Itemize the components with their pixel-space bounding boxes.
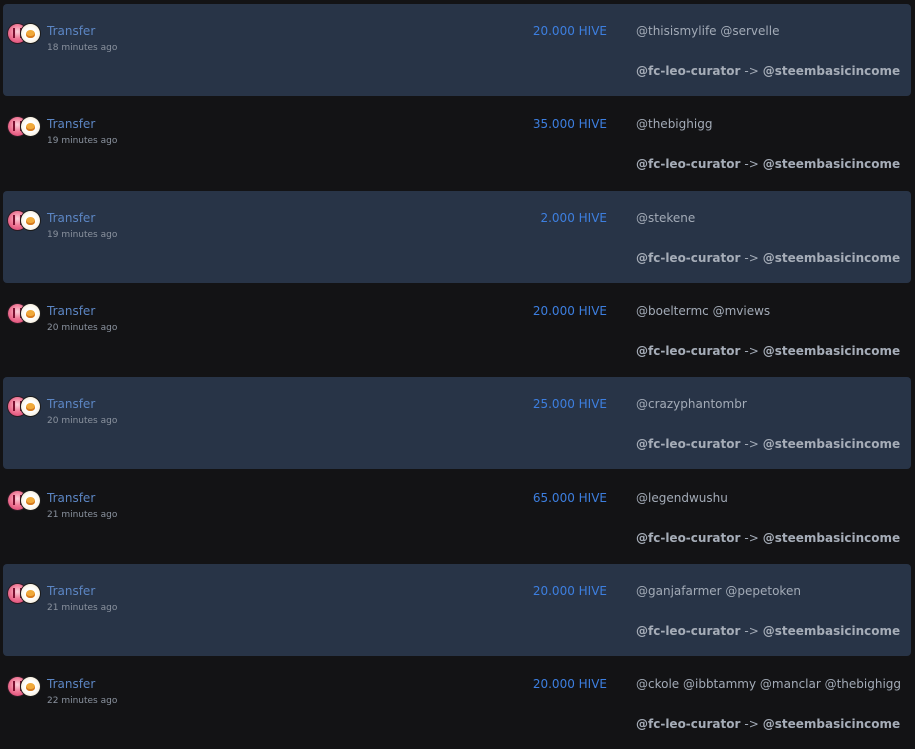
from-account-link[interactable]: @fc-leo-curator: [636, 157, 740, 171]
transaction-row: Transfer 21 minutes ago 20.000 HIVE @gan…: [3, 564, 911, 656]
transaction-time: 19 minutes ago: [47, 136, 118, 146]
avatar-group: [8, 211, 44, 231]
avatar[interactable]: [21, 304, 40, 323]
avatar-group: [8, 117, 44, 137]
arrow-glyph: ->: [744, 157, 759, 171]
transaction-row: Transfer 18 minutes ago 20.000 HIVE @thi…: [3, 4, 911, 96]
transaction-memo: @stekene: [636, 211, 696, 225]
transaction-amount: 20.000 HIVE: [532, 304, 607, 318]
transaction-memo: @thebighigg: [636, 117, 713, 131]
avatar[interactable]: [21, 397, 40, 416]
from-account-link[interactable]: @fc-leo-curator: [636, 717, 740, 731]
transaction-row: Transfer 20 minutes ago 20.000 HIVE @boe…: [3, 284, 911, 376]
transaction-amount: 20.000 HIVE: [532, 584, 607, 598]
transaction-type-link[interactable]: Transfer: [47, 24, 95, 38]
from-account-link[interactable]: @fc-leo-curator: [636, 64, 740, 78]
from-account-link[interactable]: @fc-leo-curator: [636, 437, 740, 451]
transfer-route: @fc-leo-curator -> @steembasicincome: [636, 717, 900, 731]
transaction-time: 21 minutes ago: [47, 510, 118, 520]
transaction-type-link[interactable]: Transfer: [47, 491, 95, 505]
from-account-link[interactable]: @fc-leo-curator: [636, 344, 740, 358]
arrow-glyph: ->: [744, 624, 759, 638]
transaction-row: Transfer 22 minutes ago 20.000 HIVE @cko…: [3, 657, 911, 749]
to-account-link[interactable]: @steembasicincome: [763, 64, 900, 78]
avatar-group: [8, 24, 44, 44]
transaction-row: Transfer 19 minutes ago 35.000 HIVE @the…: [3, 97, 911, 189]
avatar[interactable]: [21, 211, 40, 230]
avatar[interactable]: [21, 677, 40, 696]
from-account-link[interactable]: @fc-leo-curator: [636, 251, 740, 265]
arrow-glyph: ->: [744, 251, 759, 265]
transaction-memo: @ganjafarmer @pepetoken: [636, 584, 801, 598]
avatar-group: [8, 304, 44, 324]
transaction-list: Transfer 18 minutes ago 20.000 HIVE @thi…: [0, 0, 915, 749]
transaction-time: 19 minutes ago: [47, 230, 118, 240]
to-account-link[interactable]: @steembasicincome: [763, 531, 900, 545]
transaction-amount: 20.000 HIVE: [532, 677, 607, 691]
transaction-row: Transfer 21 minutes ago 65.000 HIVE @leg…: [3, 471, 911, 563]
transaction-amount: 35.000 HIVE: [532, 117, 607, 131]
from-account-link[interactable]: @fc-leo-curator: [636, 531, 740, 545]
avatar[interactable]: [21, 584, 40, 603]
to-account-link[interactable]: @steembasicincome: [763, 624, 900, 638]
transaction-time: 18 minutes ago: [47, 43, 118, 53]
transaction-amount: 25.000 HIVE: [532, 397, 607, 411]
to-account-link[interactable]: @steembasicincome: [763, 717, 900, 731]
transaction-row: Transfer 19 minutes ago 2.000 HIVE @stek…: [3, 191, 911, 283]
transaction-memo: @thisismylife @servelle: [636, 24, 780, 38]
arrow-glyph: ->: [744, 717, 759, 731]
transaction-type-link[interactable]: Transfer: [47, 584, 95, 598]
transaction-time: 21 minutes ago: [47, 603, 118, 613]
transaction-type-link[interactable]: Transfer: [47, 211, 95, 225]
to-account-link[interactable]: @steembasicincome: [763, 251, 900, 265]
transaction-memo: @crazyphantombr: [636, 397, 747, 411]
to-account-link[interactable]: @steembasicincome: [763, 344, 900, 358]
arrow-glyph: ->: [744, 531, 759, 545]
transfer-route: @fc-leo-curator -> @steembasicincome: [636, 251, 900, 265]
transaction-amount: 20.000 HIVE: [532, 24, 607, 38]
transaction-row: Transfer 20 minutes ago 25.000 HIVE @cra…: [3, 377, 911, 469]
transfer-route: @fc-leo-curator -> @steembasicincome: [636, 624, 900, 638]
transfer-route: @fc-leo-curator -> @steembasicincome: [636, 344, 900, 358]
transaction-amount: 65.000 HIVE: [532, 491, 607, 505]
transaction-time: 20 minutes ago: [47, 323, 118, 333]
transaction-time: 22 minutes ago: [47, 696, 118, 706]
arrow-glyph: ->: [744, 437, 759, 451]
transaction-amount: 2.000 HIVE: [540, 211, 607, 225]
transaction-type-link[interactable]: Transfer: [47, 304, 95, 318]
avatar-group: [8, 491, 44, 511]
to-account-link[interactable]: @steembasicincome: [763, 157, 900, 171]
transfer-route: @fc-leo-curator -> @steembasicincome: [636, 437, 900, 451]
arrow-glyph: ->: [744, 64, 759, 78]
transfer-route: @fc-leo-curator -> @steembasicincome: [636, 531, 900, 545]
transfer-route: @fc-leo-curator -> @steembasicincome: [636, 157, 900, 171]
transaction-type-link[interactable]: Transfer: [47, 397, 95, 411]
to-account-link[interactable]: @steembasicincome: [763, 437, 900, 451]
transaction-type-link[interactable]: Transfer: [47, 117, 95, 131]
avatar-group: [8, 677, 44, 697]
transaction-time: 20 minutes ago: [47, 416, 118, 426]
avatar-group: [8, 397, 44, 417]
transaction-memo: @boeltermc @mviews: [636, 304, 771, 318]
avatar[interactable]: [21, 117, 40, 136]
avatar-group: [8, 584, 44, 604]
avatar[interactable]: [21, 491, 40, 510]
avatar[interactable]: [21, 24, 40, 43]
arrow-glyph: ->: [744, 344, 759, 358]
transaction-memo: @legendwushu: [636, 491, 728, 505]
transaction-type-link[interactable]: Transfer: [47, 677, 95, 691]
transaction-memo: @ckole @ibbtammy @manclar @thebighigg: [636, 677, 902, 691]
from-account-link[interactable]: @fc-leo-curator: [636, 624, 740, 638]
transfer-route: @fc-leo-curator -> @steembasicincome: [636, 64, 900, 78]
